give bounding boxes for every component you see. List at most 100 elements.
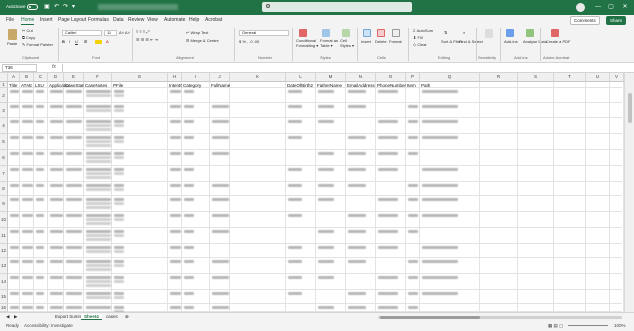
- create-pdf-button[interactable]: Create a PDF: [546, 39, 570, 44]
- format-cells-button[interactable]: Format: [389, 39, 402, 44]
- merge-centre-button[interactable]: ⊟ Merge & Centre: [186, 38, 219, 43]
- tab-file[interactable]: File: [6, 17, 14, 23]
- view-mode-icons[interactable]: ▦ ▤ ▢: [548, 323, 563, 329]
- column-header-b[interactable]: B: [20, 73, 34, 82]
- header-cell[interactable]: PFile: [113, 83, 168, 88]
- sensitivity-icon[interactable]: [485, 29, 493, 38]
- minimize-button[interactable]: —: [592, 2, 604, 12]
- font-color-icon[interactable]: A: [106, 39, 109, 44]
- conditional-formatting-icon[interactable]: [299, 29, 307, 37]
- autosum-button[interactable]: Σ AutoSum: [413, 28, 433, 33]
- font-size-select[interactable]: 11: [104, 30, 117, 36]
- column-header-l[interactable]: L: [286, 73, 316, 82]
- accessibility-status[interactable]: Accessibility: Investigate: [24, 323, 73, 328]
- add-ins-button[interactable]: Add-ins: [504, 39, 518, 44]
- header-cell[interactable]: FatherName: [317, 83, 346, 88]
- column-header-a[interactable]: A: [8, 73, 20, 82]
- account-avatar[interactable]: [576, 3, 585, 12]
- tab-help[interactable]: Help: [189, 17, 199, 23]
- horizontal-align-icons[interactable]: ☰ ☰ ☰ ⇤ ⇥: [136, 37, 158, 42]
- analyse-data-icon[interactable]: [526, 29, 534, 37]
- row-header-13[interactable]: 13: [0, 258, 8, 274]
- paste-icon[interactable]: [8, 29, 17, 40]
- row-header-16[interactable]: 16: [0, 304, 8, 312]
- format-cells-icon[interactable]: [392, 29, 400, 37]
- column-header-f[interactable]: F: [84, 73, 112, 82]
- column-header-p[interactable]: P: [406, 73, 420, 82]
- row-header-6[interactable]: 6: [0, 150, 8, 166]
- vertical-scroll-thumb[interactable]: [628, 93, 632, 123]
- copy-button[interactable]: ⧉ Copy: [22, 35, 35, 40]
- format-painter-button[interactable]: ✎ Format Painter: [22, 42, 53, 47]
- find-select-button[interactable]: Find & Select: [459, 39, 483, 44]
- save-icon[interactable]: ▣: [44, 3, 50, 10]
- header-cell[interactable]: CaseStatus: [65, 83, 84, 88]
- column-header-u[interactable]: U: [586, 73, 610, 82]
- header-cell[interactable]: Category: [183, 83, 210, 88]
- tab-data[interactable]: Data: [113, 17, 124, 23]
- close-button[interactable]: ✕: [619, 2, 631, 12]
- format-as-table-button[interactable]: Format as Table ▾: [320, 38, 338, 48]
- cell-styles-button[interactable]: Cell Styles ▾: [340, 38, 354, 48]
- search-box[interactable]: [262, 2, 412, 12]
- undo-icon[interactable]: ↶: [54, 3, 59, 10]
- zoom-level[interactable]: 100%: [614, 323, 626, 328]
- tab-acrobat[interactable]: Acrobat: [205, 17, 222, 23]
- column-header-j[interactable]: J: [210, 73, 230, 82]
- fill-button[interactable]: ⬇ Fill: [413, 35, 423, 40]
- column-header-t[interactable]: T: [554, 73, 586, 82]
- delete-cells-button[interactable]: Delete: [375, 39, 387, 44]
- column-header-s[interactable]: S: [518, 73, 554, 82]
- header-cell[interactable]: PhoneNumber: [377, 83, 406, 88]
- column-header-k[interactable]: K: [230, 73, 286, 82]
- column-header-g[interactable]: G: [112, 73, 168, 82]
- horizontal-scroll-thumb[interactable]: [380, 316, 480, 319]
- row-header-8[interactable]: 8: [0, 182, 8, 196]
- header-cell[interactable]: Path: [421, 83, 480, 88]
- conditional-formatting-button[interactable]: Conditional Formatting ▾: [296, 38, 318, 48]
- row-header-11[interactable]: 11: [0, 228, 8, 244]
- maximize-button[interactable]: ▢: [605, 2, 617, 12]
- bold-icon[interactable]: B: [62, 39, 65, 44]
- tab-automate[interactable]: Automate: [164, 17, 185, 23]
- share-button[interactable]: Share: [606, 16, 627, 25]
- tab-page-layout[interactable]: Page Layout: [58, 17, 86, 23]
- analyse-data-button[interactable]: Analyse Data: [523, 39, 547, 44]
- column-header-i[interactable]: I: [182, 73, 210, 82]
- sheet-nav-next-icon[interactable]: ▶: [11, 314, 20, 320]
- borders-icon[interactable]: ⊞: [84, 39, 87, 44]
- name-box[interactable]: T36: [2, 64, 37, 72]
- column-header-m[interactable]: M: [316, 73, 346, 82]
- clear-button[interactable]: ◇ Clear: [413, 42, 427, 47]
- number-format-icons[interactable]: $ % , .0 .00: [239, 39, 259, 44]
- column-header-d[interactable]: D: [48, 73, 64, 82]
- column-header-e[interactable]: E: [64, 73, 84, 82]
- tab-home[interactable]: Home: [21, 17, 35, 25]
- select-all-corner[interactable]: [0, 73, 8, 82]
- italic-icon[interactable]: I: [69, 39, 70, 44]
- sheet-tab-cases[interactable]: cases: [103, 314, 121, 319]
- font-name-select[interactable]: Calibri: [62, 30, 102, 36]
- create-pdf-icon[interactable]: [551, 29, 559, 37]
- font-grow-shrink-icon[interactable]: A˄ A˅: [119, 30, 130, 35]
- column-header-q[interactable]: Q: [420, 73, 480, 82]
- row-header-5[interactable]: 5: [0, 134, 8, 150]
- row-header-2[interactable]: 2: [0, 88, 8, 103]
- insert-cells-icon[interactable]: [363, 29, 371, 37]
- column-header-c[interactable]: C: [34, 73, 48, 82]
- header-cell[interactable]: IntentCase: [169, 83, 182, 88]
- cell-styles-icon[interactable]: [342, 29, 350, 37]
- autosave-toggle[interactable]: [27, 4, 38, 10]
- find-select-icon[interactable]: ⌕: [463, 30, 465, 35]
- column-header-n[interactable]: N: [346, 73, 376, 82]
- horizontal-scrollbar[interactable]: [378, 316, 622, 319]
- cut-button[interactable]: ✂ Cut: [22, 28, 33, 33]
- header-cell[interactable]: CaseNotes: [85, 83, 112, 88]
- add-ins-icon[interactable]: [506, 29, 514, 37]
- sheet-tab-sheet4[interactable]: Sheet4: [81, 314, 102, 320]
- header-cell[interactable]: FullName: [211, 83, 230, 88]
- add-sheet-icon[interactable]: ⊕: [122, 314, 132, 320]
- header-cell[interactable]: Item: [407, 83, 420, 88]
- header-cell[interactable]: DateOfBirth2: [287, 83, 316, 88]
- header-cell[interactable]: ATAE: [21, 83, 34, 88]
